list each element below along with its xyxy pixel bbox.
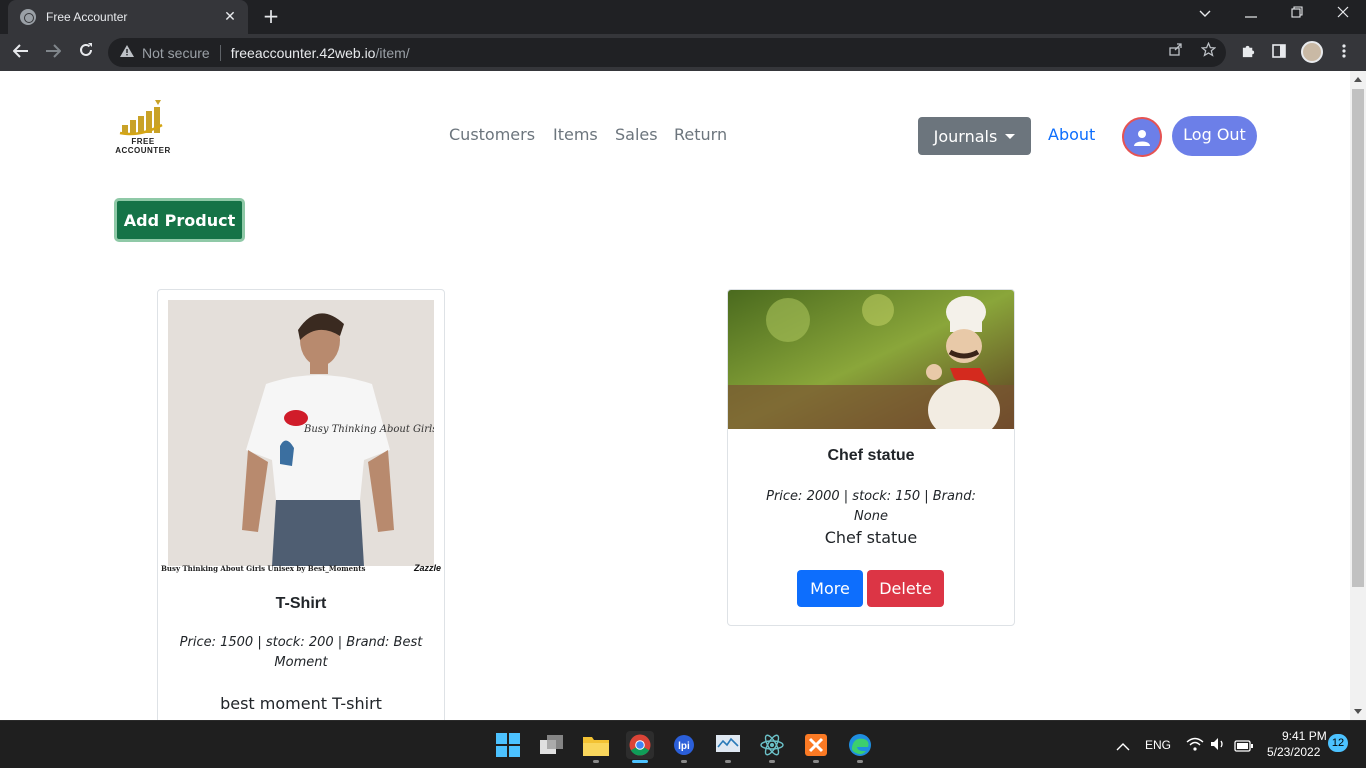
nav-sales[interactable]: Sales (615, 125, 658, 144)
clock-time[interactable]: 9:41 PM (1282, 729, 1327, 743)
journals-label: Journals (933, 126, 998, 146)
product-description: Chef statue (824, 528, 918, 547)
chef-statue-product-image (728, 290, 1014, 429)
running-indicator (593, 760, 599, 763)
page-viewport: FREE ACCOUNTER Customers Items Sales Ret… (0, 71, 1350, 720)
app-lpi-icon[interactable]: lpi (670, 731, 698, 759)
product-meta: Price: 1500 | stock: 200 | Brand: Best M… (178, 633, 424, 673)
close-window-icon[interactable] (1320, 0, 1366, 30)
profile-avatar[interactable] (1301, 41, 1323, 63)
nav-return[interactable]: Return (674, 125, 727, 144)
tray-chevron-up-icon[interactable] (1116, 737, 1130, 756)
logout-button[interactable]: Log Out (1172, 116, 1257, 156)
more-button[interactable]: More (797, 570, 863, 607)
file-explorer-icon[interactable] (582, 731, 610, 759)
globe-icon (20, 9, 36, 25)
restore-icon[interactable] (1274, 0, 1320, 30)
omnibox-divider (219, 44, 221, 61)
security-label[interactable]: Not secure (142, 45, 210, 61)
back-arrow-icon[interactable] (8, 40, 34, 66)
product-card-tshirt: Busy Thinking About Girls Busy Thinking … (157, 289, 445, 720)
language-indicator[interactable]: ENG (1145, 738, 1171, 752)
shirt-print-text: Busy Thinking About Girls (303, 424, 434, 435)
scroll-down-arrow-icon[interactable] (1354, 709, 1362, 714)
share-icon[interactable] (1166, 42, 1186, 62)
nav-customers[interactable]: Customers (449, 125, 535, 144)
product-meta: Price: 2000 | stock: 150 | Brand: None (766, 489, 976, 524)
new-tab-button[interactable]: + (260, 4, 282, 28)
reload-icon[interactable] (73, 40, 99, 66)
atom-app-icon[interactable] (758, 731, 786, 759)
product-meta-line1: Price: 1500 | stock: 200 | Brand: Best (179, 635, 423, 650)
tshirt-product-image: Busy Thinking About Girls (168, 300, 434, 566)
user-profile-button[interactable] (1122, 117, 1162, 157)
scroll-up-arrow-icon[interactable] (1354, 77, 1362, 82)
forward-arrow-icon[interactable] (40, 40, 66, 66)
logo-text-accounter: ACCOUNTER (115, 146, 171, 155)
active-app-indicator (632, 760, 648, 763)
extensions-puzzle-icon[interactable] (1237, 42, 1259, 64)
side-panel-icon[interactable] (1268, 42, 1290, 64)
running-indicator (813, 760, 819, 763)
browser-toolbar: Not secure freeaccounter.42web.io/item/ (0, 34, 1366, 71)
battery-icon[interactable] (1234, 737, 1254, 756)
nav-items[interactable]: Items (553, 125, 598, 144)
running-indicator (725, 760, 731, 763)
caret-down-icon (1005, 133, 1016, 139)
product-name: Chef statue (827, 447, 915, 464)
url-host: freeaccounter.42web.io (230, 44, 376, 61)
tab-search-icon[interactable] (1182, 0, 1228, 30)
wifi-icon[interactable] (1186, 736, 1204, 755)
address-bar[interactable]: Not secure freeaccounter.42web.io/item/ (108, 38, 1226, 67)
browser-tab[interactable]: Free Accounter ✕ (8, 0, 248, 34)
bookmark-star-icon[interactable] (1198, 41, 1218, 62)
nav-about[interactable]: About (1048, 125, 1095, 144)
add-product-button[interactable]: Add Product (114, 198, 245, 242)
product-name: T-Shirt (275, 595, 327, 612)
notification-badge[interactable]: 12 (1328, 734, 1348, 752)
delete-button[interactable]: Delete (867, 570, 944, 607)
svg-text:lpi: lpi (678, 741, 690, 752)
page-scrollbar[interactable] (1350, 71, 1366, 720)
logo-wordmark: FREE ACCOUNTER (112, 137, 174, 155)
minimize-icon[interactable] (1228, 0, 1274, 30)
image-brand: Zazzle (413, 563, 441, 573)
journals-dropdown-button[interactable]: Journals (918, 117, 1031, 155)
xampp-icon[interactable] (802, 731, 830, 759)
image-caption: Busy Thinking About Girls Unisex by Best… (161, 564, 366, 573)
url-path: /item/ (375, 44, 410, 61)
task-view-icon[interactable] (538, 731, 566, 759)
running-indicator (681, 760, 687, 763)
windows-start-icon[interactable] (494, 731, 522, 759)
user-icon (1134, 129, 1150, 146)
clock-date[interactable]: 5/23/2022 (1267, 745, 1320, 759)
logo-text-free: FREE (131, 137, 155, 146)
product-description: best moment T-shirt (220, 694, 382, 713)
tab-title: Free Accounter (46, 10, 128, 24)
tab-close-icon[interactable]: ✕ (222, 9, 238, 25)
kebab-menu-icon[interactable] (1333, 42, 1355, 64)
warning-triangle-icon[interactable] (120, 45, 134, 60)
monitor-app-icon[interactable] (714, 731, 742, 759)
product-meta-line2: Moment (274, 655, 328, 670)
chrome-icon[interactable] (626, 731, 654, 759)
edge-icon[interactable] (846, 731, 874, 759)
browser-tab-strip: Free Accounter ✕ + (0, 0, 1366, 34)
running-indicator (857, 760, 863, 763)
volume-icon[interactable] (1210, 736, 1226, 755)
running-indicator (769, 760, 775, 763)
product-card-chef-statue: Chef statue Price: 2000 | stock: 150 | B… (727, 289, 1015, 626)
scrollbar-thumb[interactable] (1352, 89, 1364, 587)
